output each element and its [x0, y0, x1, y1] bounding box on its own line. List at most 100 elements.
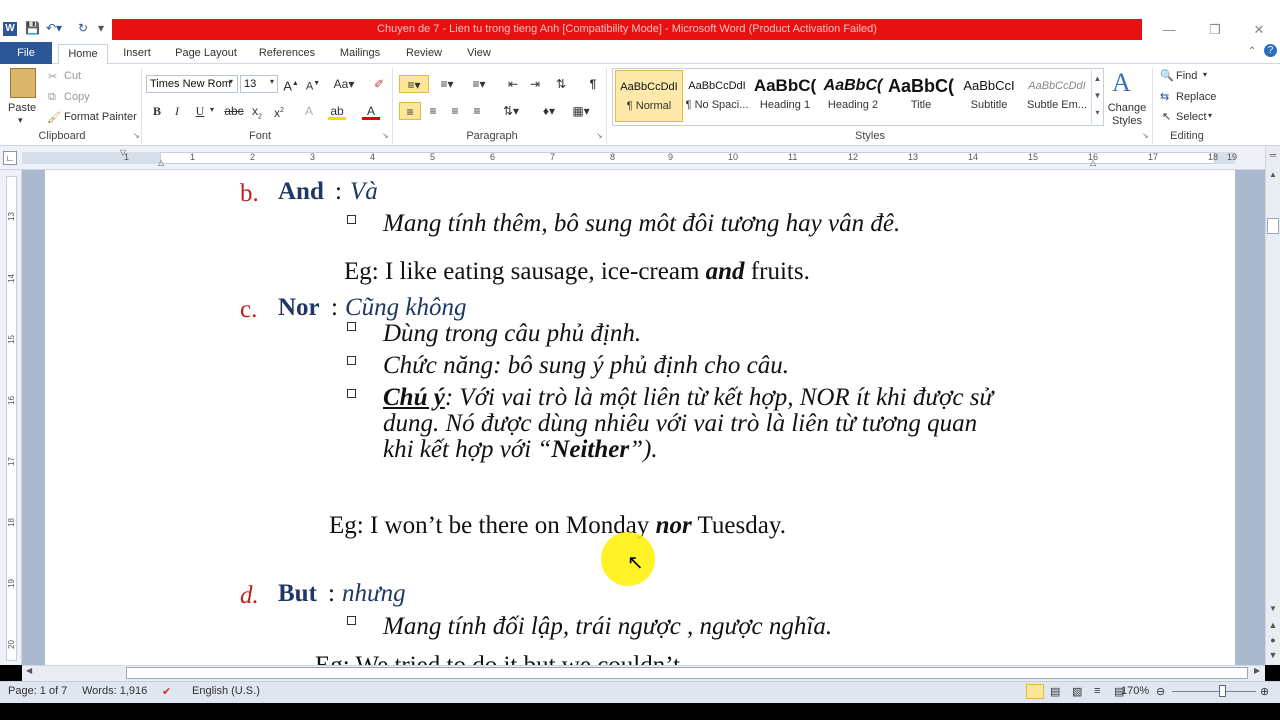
style-title[interactable]: AaBbC( Title	[887, 70, 955, 122]
paste-dropdown-icon[interactable]: ▾	[18, 115, 23, 126]
minimize-button[interactable]: —	[1150, 20, 1188, 40]
select-button[interactable]: Select	[1176, 111, 1207, 123]
horizontal-scroll-thumb[interactable]	[126, 667, 1248, 679]
vertical-scroll-thumb[interactable]	[1267, 218, 1279, 234]
style-heading-1[interactable]: AaBbC( Heading 1	[751, 70, 819, 122]
underline-dropdown-icon[interactable]: ▾	[210, 105, 214, 114]
clear-formatting-icon[interactable]: ✐	[370, 75, 388, 93]
underline-button[interactable]: U	[191, 102, 209, 120]
decrease-indent-icon[interactable]: ⇤	[504, 75, 522, 93]
highlight-icon[interactable]: ab	[328, 102, 346, 120]
save-icon[interactable]: 💾	[25, 21, 40, 37]
minimize-ribbon-icon[interactable]: ⌃	[1248, 46, 1256, 57]
replace-icon[interactable]: ⇆	[1160, 90, 1169, 103]
scroll-up-icon[interactable]: ▲	[1267, 170, 1279, 184]
tab-view[interactable]: View	[458, 44, 500, 64]
find-button[interactable]: Find	[1176, 70, 1197, 82]
scroll-left-icon[interactable]: ◀	[26, 666, 32, 675]
previous-page-icon[interactable]: ▲	[1267, 620, 1279, 634]
tab-selector-icon[interactable]: ∟	[3, 151, 17, 165]
change-case-icon[interactable]: Aa▾	[332, 75, 356, 93]
select-dropdown-icon[interactable]: ▾	[1208, 111, 1212, 120]
replace-button[interactable]: Replace	[1176, 91, 1216, 103]
paste-button[interactable]: Paste	[8, 102, 36, 114]
tab-review[interactable]: Review	[398, 44, 450, 64]
select-icon[interactable]: ↖	[1162, 110, 1171, 123]
zoom-level[interactable]: 170%	[1121, 685, 1149, 697]
select-browse-object-icon[interactable]: ●	[1267, 635, 1279, 649]
customize-qat-icon[interactable]: ▾	[98, 21, 104, 37]
language[interactable]: English (U.S.)	[192, 685, 260, 697]
tab-references[interactable]: References	[252, 44, 322, 64]
show-formatting-marks-icon[interactable]: ¶	[584, 75, 602, 93]
print-layout-view-icon[interactable]	[1026, 684, 1044, 699]
proofing-icon[interactable]: ✔	[162, 685, 171, 698]
page-count[interactable]: Page: 1 of 7	[8, 685, 67, 697]
scroll-down-icon[interactable]: ▼	[1267, 604, 1279, 618]
tab-mailings[interactable]: Mailings	[330, 44, 390, 64]
document-page[interactable]: b. And : Và Mang tính thêm, bô sung môt …	[45, 170, 1235, 665]
styles-launcher-icon[interactable]: ↘	[1142, 131, 1149, 140]
style-subtitle[interactable]: AaBbCcI Subtitle	[955, 70, 1023, 122]
styles-scroll-icon[interactable]: ▲ ▼ ▾	[1091, 70, 1103, 124]
hanging-indent-icon[interactable]: △	[158, 158, 164, 167]
copy-button[interactable]: Copy	[64, 91, 90, 103]
split-icon[interactable]: ═	[1267, 150, 1279, 164]
next-page-icon[interactable]: ▼	[1267, 650, 1279, 664]
redo-icon[interactable]: ↻	[78, 21, 88, 37]
scroll-right-icon[interactable]: ▶	[1254, 666, 1260, 675]
paste-icon[interactable]	[10, 68, 36, 98]
word-logo-icon[interactable]: W	[3, 22, 17, 36]
numbering-icon[interactable]: ≡▾	[434, 75, 460, 93]
align-left-button[interactable]: ≡	[399, 102, 421, 120]
font-launcher-icon[interactable]: ↘	[382, 131, 389, 140]
increase-indent-icon[interactable]: ⇥	[526, 75, 544, 93]
multilevel-list-icon[interactable]: ≡▾	[466, 75, 492, 93]
line-spacing-icon[interactable]: ⇅▾	[498, 102, 524, 120]
cut-icon[interactable]: ✂	[48, 70, 57, 83]
paragraph-launcher-icon[interactable]: ↘	[596, 131, 603, 140]
undo-icon[interactable]: ↶▾	[46, 21, 62, 37]
bullets-button[interactable]: ≡▾	[399, 75, 429, 93]
font-name-combo[interactable]: Times New Rom	[146, 75, 238, 93]
format-painter-icon[interactable]: 🖌	[47, 111, 61, 124]
style-normal[interactable]: AaBbCcDdI ¶ Normal	[615, 70, 683, 122]
copy-icon[interactable]: ⧉	[48, 91, 56, 104]
clipboard-launcher-icon[interactable]: ↘	[133, 131, 140, 140]
strikethrough-button[interactable]: abc	[222, 102, 246, 120]
format-painter-button[interactable]: Format Painter	[64, 111, 137, 123]
align-right-button[interactable]: ≡	[446, 102, 464, 120]
italic-button[interactable]: I	[168, 102, 186, 120]
style-no-spacing[interactable]: AaBbCcDdI ¶ No Spaci...	[683, 70, 751, 122]
style-subtle-emphasis[interactable]: AaBbCcDdI Subtle Em...	[1023, 70, 1091, 122]
web-layout-view-icon[interactable]: ▧	[1072, 685, 1082, 698]
zoom-in-icon[interactable]: ⊕	[1260, 685, 1269, 698]
shading-icon[interactable]: ♦▾	[536, 102, 562, 120]
text-effects-icon[interactable]: A	[300, 102, 318, 120]
bold-button[interactable]: B	[148, 102, 166, 120]
subscript-button[interactable]: x2	[248, 102, 266, 120]
outline-view-icon[interactable]: ≡	[1094, 685, 1100, 697]
tab-insert[interactable]: Insert	[115, 44, 159, 64]
sort-icon[interactable]: ⇅	[552, 75, 570, 93]
borders-icon[interactable]: ▦▾	[568, 102, 594, 120]
font-color-icon[interactable]: A	[362, 102, 380, 120]
tab-file[interactable]: File	[0, 42, 52, 64]
find-icon[interactable]: 🔍	[1160, 69, 1174, 82]
tab-home[interactable]: Home	[58, 44, 108, 64]
font-name-dropdown-icon[interactable]: ▾	[229, 77, 233, 86]
restore-button[interactable]: ❐	[1196, 20, 1234, 40]
shrink-font-icon[interactable]: A▼	[304, 75, 322, 93]
style-heading-2[interactable]: AaBbC( Heading 2	[819, 70, 887, 122]
close-button[interactable]: ✕	[1240, 20, 1278, 40]
change-styles-button[interactable]: Change Styles	[1106, 102, 1148, 128]
full-screen-reading-view-icon[interactable]: ▤	[1050, 685, 1060, 698]
change-styles-icon[interactable]: A	[1112, 68, 1131, 98]
superscript-button[interactable]: x2	[270, 102, 288, 120]
tab-page-layout[interactable]: Page Layout	[168, 44, 244, 64]
zoom-slider[interactable]	[1172, 691, 1256, 692]
help-icon[interactable]: ?	[1264, 44, 1277, 57]
justify-button[interactable]: ≡	[468, 102, 486, 120]
zoom-slider-thumb[interactable]	[1219, 685, 1226, 697]
zoom-out-icon[interactable]: ⊖	[1156, 685, 1165, 698]
